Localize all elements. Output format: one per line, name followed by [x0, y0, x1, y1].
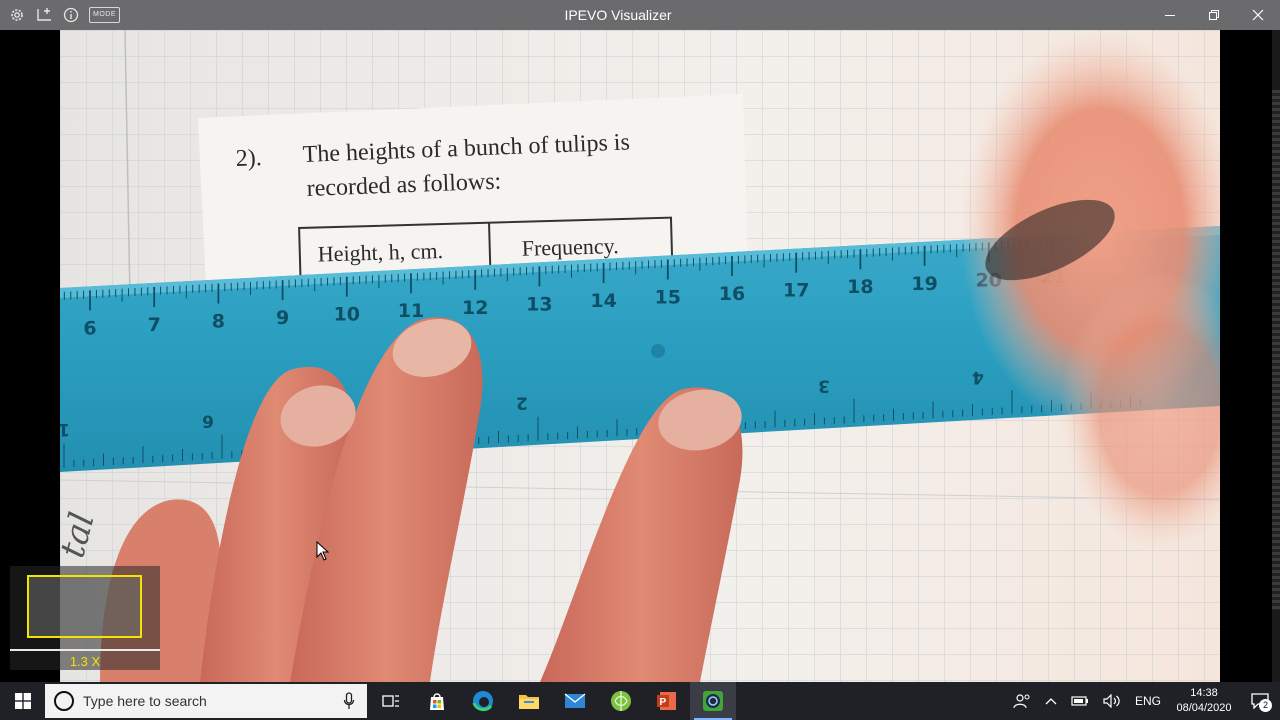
- hidden-icons-button[interactable]: [1038, 682, 1064, 720]
- taskbar-search-box[interactable]: Type here to search: [45, 684, 367, 718]
- edge-icon: [472, 691, 493, 712]
- ruler-inch-label: 1: [60, 419, 70, 439]
- volume-button[interactable]: [1096, 682, 1128, 720]
- microphone-icon[interactable]: [343, 692, 355, 710]
- ruler-inch-label: 6: [202, 411, 214, 431]
- clock-date: 08/04/2020: [1176, 702, 1232, 714]
- powerpoint-app[interactable]: P: [644, 682, 690, 720]
- camera-view[interactable]: 2). The heights of a bunch of tulips is …: [0, 30, 1280, 682]
- zoom-navigator[interactable]: 1.3 X: [10, 566, 160, 670]
- ruler-cm-label: 9: [276, 307, 289, 329]
- title-bar: MODE IPEVO Visualizer: [0, 0, 1280, 30]
- speaker-icon: [1103, 694, 1120, 708]
- ipevo-visualizer-app[interactable]: [690, 682, 736, 720]
- clock[interactable]: 14:38 08/04/2020: [1168, 682, 1240, 720]
- close-icon: [1252, 9, 1264, 21]
- green-app[interactable]: [598, 682, 644, 720]
- question-number: 2).: [235, 145, 262, 172]
- edge-app[interactable]: [460, 682, 506, 720]
- battery-button[interactable]: [1064, 682, 1096, 720]
- green-circle-app-icon: [611, 691, 631, 711]
- ruler-cm-label: 17: [783, 280, 809, 302]
- window-title: IPEVO Visualizer: [564, 7, 672, 23]
- ruler-cm-label: 10: [334, 304, 360, 326]
- start-button[interactable]: [0, 682, 45, 720]
- ruler-cm-label: 18: [847, 276, 873, 298]
- powerpoint-icon: P: [657, 692, 676, 710]
- store-icon: [430, 693, 444, 710]
- svg-text:P: P: [660, 697, 667, 708]
- people-button[interactable]: [1006, 682, 1038, 720]
- scrollbar-thumb[interactable]: [1272, 90, 1280, 610]
- restore-button[interactable]: [1192, 0, 1236, 30]
- task-view-icon: [382, 695, 399, 707]
- ruler-cm-label: 6: [83, 317, 96, 339]
- ipevo-camera-icon: [703, 691, 723, 711]
- action-center-button[interactable]: 2: [1240, 682, 1280, 720]
- mail-app[interactable]: [552, 682, 598, 720]
- input-language[interactable]: ENG: [1128, 682, 1168, 720]
- ruler-cm-label: 8: [212, 311, 225, 333]
- chevron-up-icon: [1045, 698, 1057, 705]
- ruler-inch-label: 2: [516, 393, 528, 413]
- minimize-button[interactable]: [1148, 0, 1192, 30]
- camera-image: 2). The heights of a bunch of tulips is …: [60, 30, 1220, 682]
- ruler-cm-label: 19: [911, 273, 937, 295]
- windows-taskbar: Type here to search P ENG 14:38 08/04/20…: [0, 682, 1280, 720]
- notification-count-badge: 2: [1259, 699, 1272, 712]
- system-tray: ENG 14:38 08/04/2020 2: [1006, 682, 1280, 720]
- taskbar-apps: P: [368, 682, 736, 720]
- people-icon: [1013, 694, 1030, 709]
- mail-icon: [564, 693, 586, 708]
- store-app[interactable]: [414, 682, 460, 720]
- zoom-level-label: 1.3 X: [69, 654, 101, 669]
- right-scrollbar[interactable]: [1272, 30, 1280, 682]
- ruler-cm-label: 11: [398, 300, 424, 322]
- cortana-circle-icon: [54, 691, 74, 711]
- clock-time: 14:38: [1190, 687, 1218, 699]
- window-controls: [1148, 0, 1280, 30]
- ruler-inch-label: 3: [818, 376, 830, 396]
- ruler-cm-label: 15: [655, 287, 681, 309]
- ruler-inch-label: 4: [972, 367, 984, 387]
- folder-icon: [519, 695, 539, 709]
- minimize-icon: [1165, 15, 1175, 16]
- ruler-cm-label: 13: [526, 293, 552, 315]
- close-button[interactable]: [1236, 0, 1280, 30]
- ruler-cm-label: 16: [719, 283, 745, 305]
- battery-icon: [1071, 696, 1088, 706]
- ruler-cm-label: 7: [148, 314, 161, 336]
- task-view-button[interactable]: [368, 682, 414, 720]
- windows-logo-icon: [14, 693, 31, 709]
- file-explorer-app[interactable]: [506, 682, 552, 720]
- mouse-cursor-icon: [316, 541, 330, 561]
- table-header-frequency: Frequency.: [521, 233, 619, 261]
- zoom-slider-track[interactable]: [10, 649, 160, 651]
- zoom-region-frame[interactable]: [27, 575, 142, 638]
- restore-icon: [1209, 10, 1219, 20]
- camera-feed: 2). The heights of a bunch of tulips is …: [60, 30, 1220, 682]
- table-header-height: Height, h, cm.: [317, 238, 443, 266]
- search-placeholder: Type here to search: [83, 693, 207, 709]
- ruler-cm-label: 12: [462, 297, 488, 319]
- ruler-cm-label: 14: [590, 290, 616, 312]
